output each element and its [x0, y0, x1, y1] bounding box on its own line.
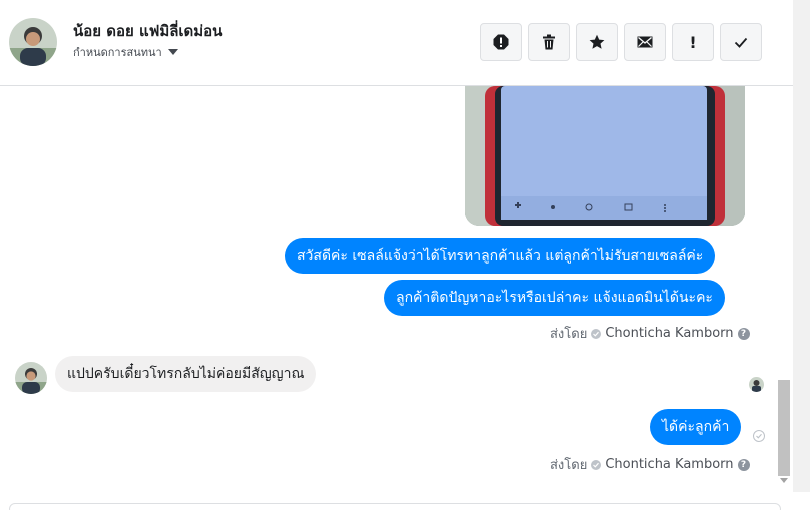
header-actions: ! [480, 23, 762, 61]
flag-button[interactable]: ! [672, 23, 714, 61]
report-icon [493, 34, 509, 50]
sender-name[interactable]: Chonticha Kamborn [605, 457, 733, 472]
mark-done-button[interactable] [720, 23, 762, 61]
message-outgoing[interactable]: ได้ค่ะลูกค้า [650, 409, 742, 445]
exclamation-icon: ! [689, 32, 697, 52]
sent-by-prefix: ส่งโดย [550, 327, 588, 342]
scroll-down-arrow-icon[interactable] [780, 478, 788, 483]
message-outgoing[interactable]: ลูกค้าติดปัญหาอะไรหรือเปล่าคะ แจ้งแอดมิน… [384, 280, 725, 316]
conversation-settings-dropdown[interactable]: กำหนดการสนทนา [73, 43, 178, 61]
verified-check-icon [591, 459, 602, 470]
scrollbar-track[interactable] [793, 0, 810, 492]
photo-attachment[interactable] [465, 86, 745, 226]
sent-by-status: ส่งโดย Chonticha Kamborn ? [550, 323, 750, 344]
checkmark-icon [734, 37, 748, 48]
conversation-settings-label: กำหนดการสนทนา [73, 46, 162, 59]
mail-icon [637, 36, 653, 48]
seen-avatar [749, 377, 764, 392]
verified-check-icon [591, 328, 602, 339]
contact-avatar[interactable] [9, 18, 57, 66]
star-button[interactable] [576, 23, 618, 61]
message-outgoing[interactable]: สวัสดีค่ะ เซลล์แจ้งว่าได้โทรหาลูกค้าแล้ว… [285, 238, 716, 274]
trash-icon [543, 34, 555, 50]
contact-avatar-small[interactable] [15, 362, 47, 394]
help-icon[interactable]: ? [737, 327, 750, 340]
star-icon [589, 34, 605, 49]
report-button[interactable] [480, 23, 522, 61]
sender-name[interactable]: Chonticha Kamborn [605, 326, 733, 341]
mark-unread-button[interactable] [624, 23, 666, 61]
scrollbar-thumb[interactable] [778, 380, 790, 476]
sent-by-status: ส่งโดย Chonticha Kamborn ? [550, 454, 750, 475]
caret-down-icon [167, 49, 178, 55]
delete-button[interactable] [528, 23, 570, 61]
messenger-conversation: น้อย ดอย แฟมิลี่เดม่อน กำหนดการสนทนา ! ส… [0, 0, 810, 510]
contact-name[interactable]: น้อย ดอย แฟมิลี่เดม่อน [73, 19, 222, 43]
help-icon[interactable]: ? [737, 458, 750, 471]
message-incoming[interactable]: แปปครับเดี๋ยวโทรกลับไม่ค่อยมีสัญญาณ [55, 356, 317, 392]
conversation-header: น้อย ดอย แฟมิลี่เดม่อน กำหนดการสนทนา ! [0, 0, 793, 86]
message-composer[interactable] [9, 503, 781, 510]
sent-by-prefix: ส่งโดย [550, 458, 588, 473]
delivered-check-icon [753, 430, 765, 442]
